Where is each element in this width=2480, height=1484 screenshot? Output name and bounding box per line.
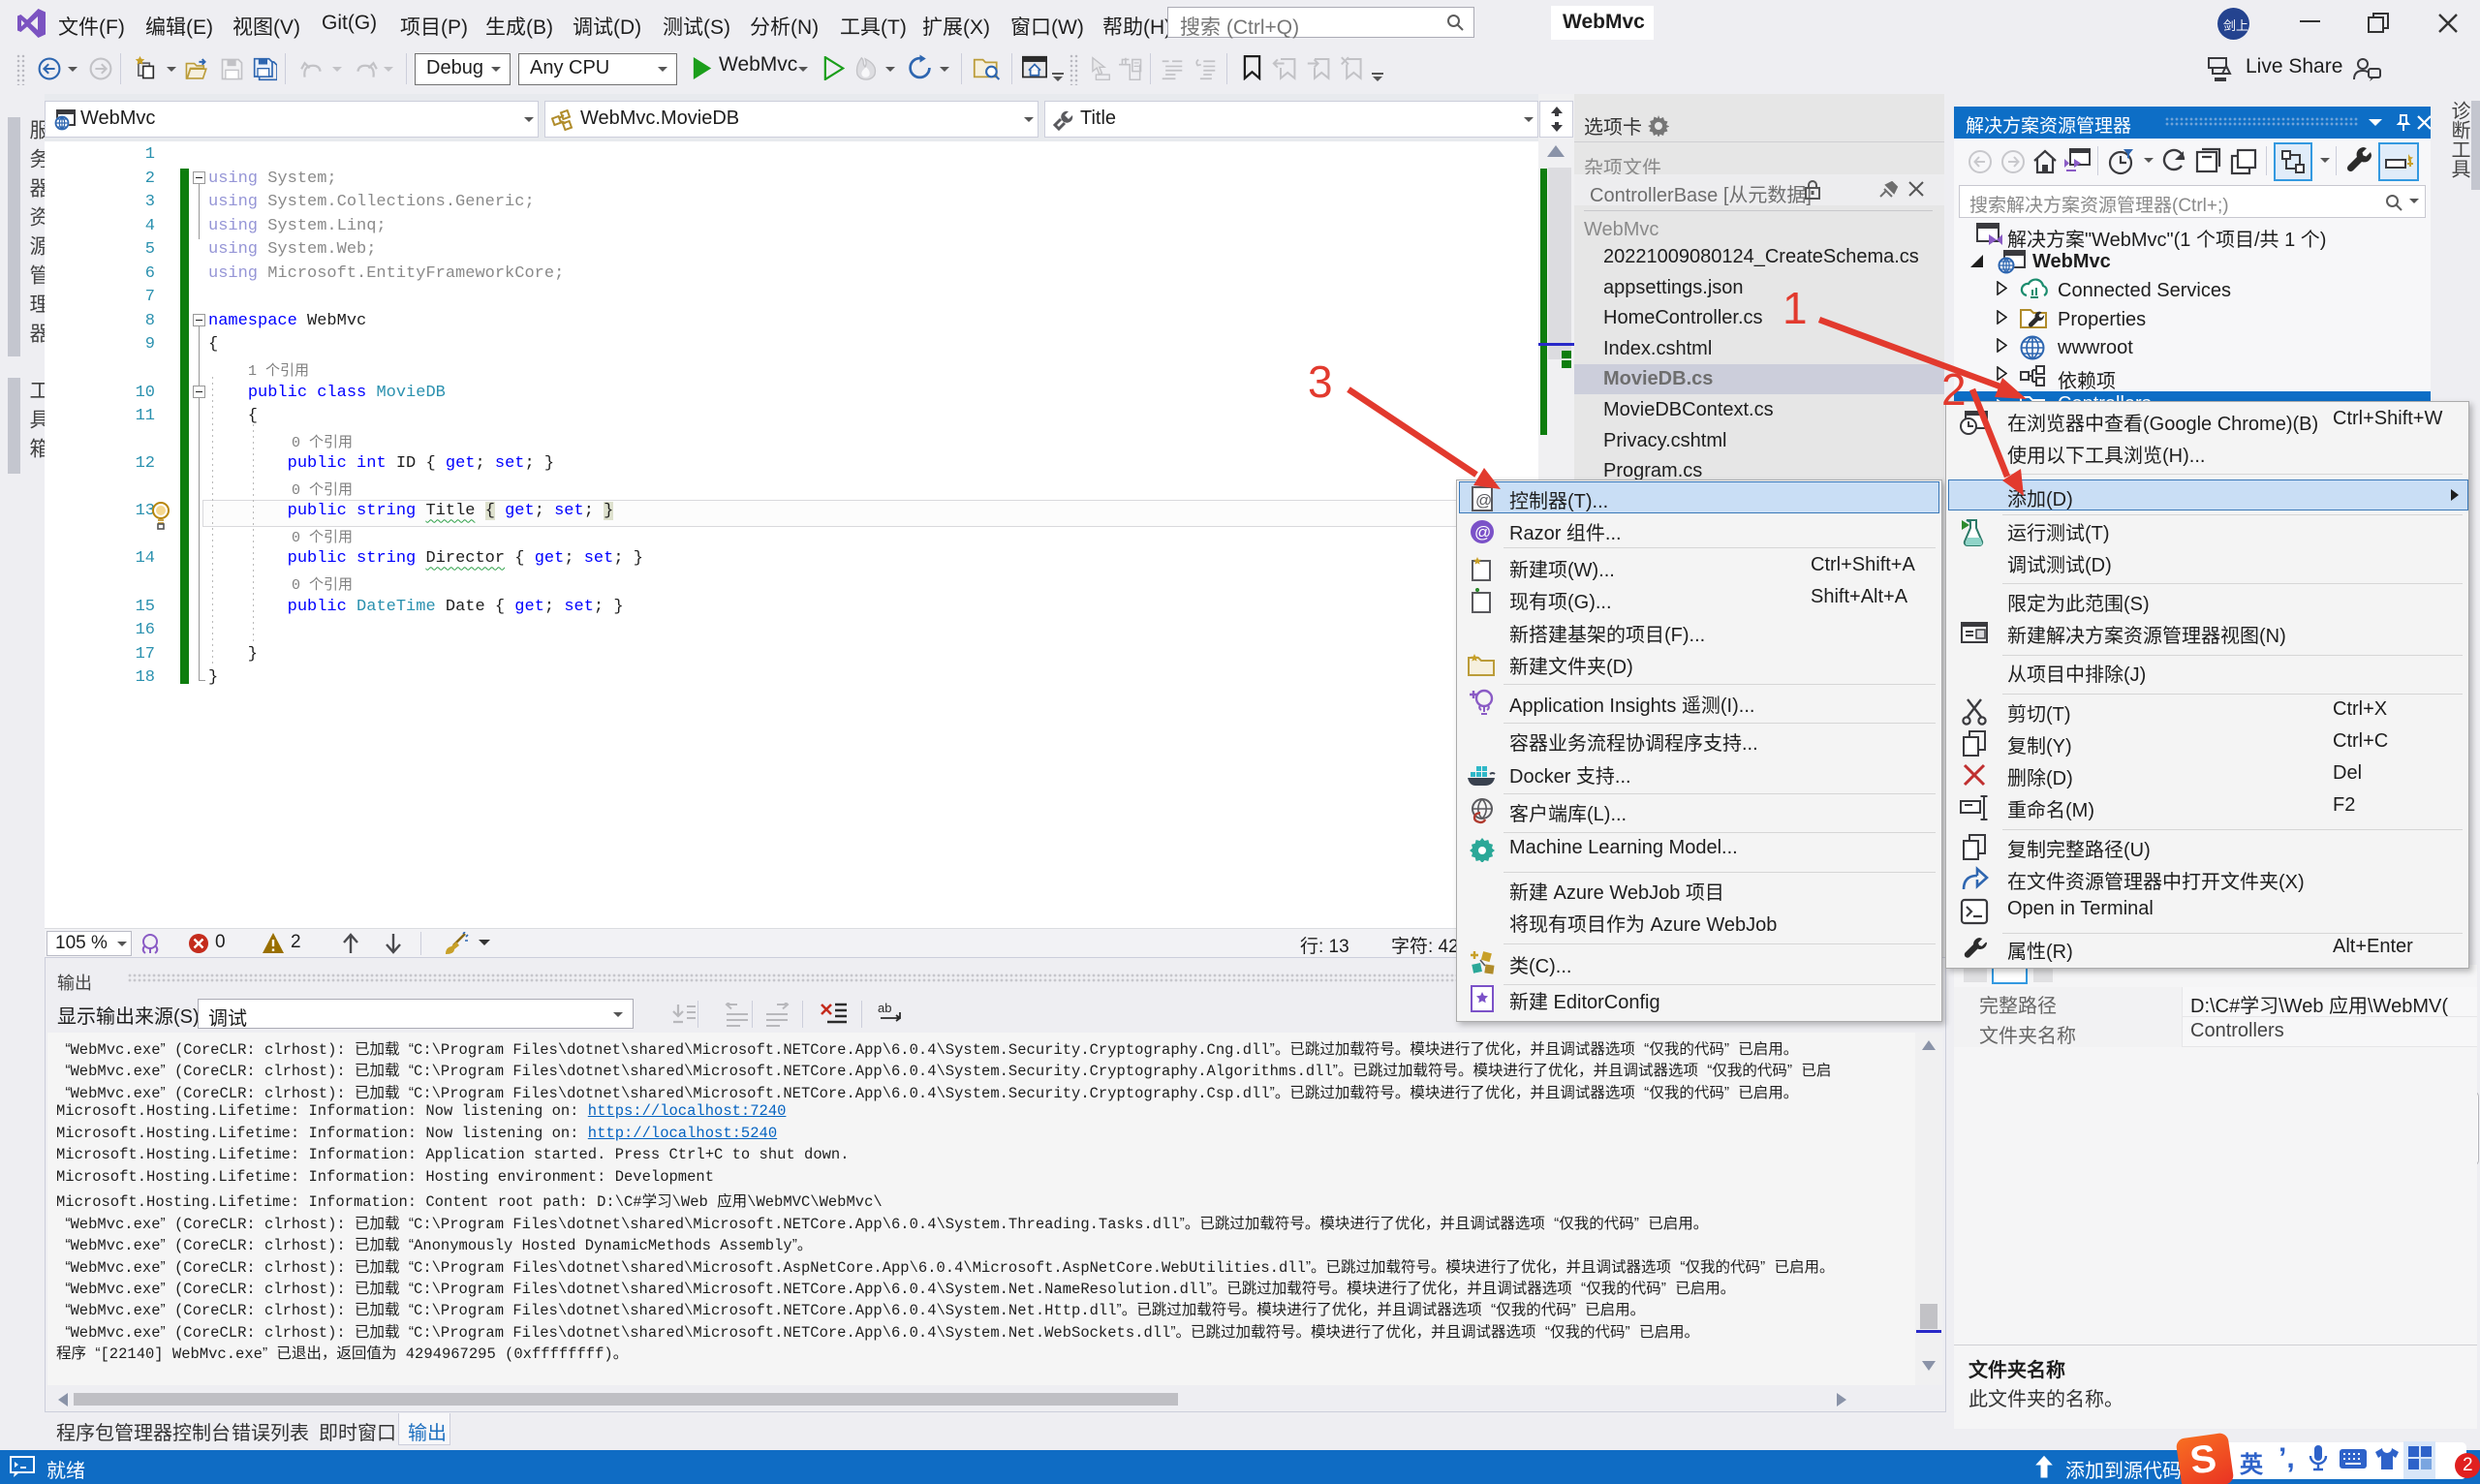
svg-text:@: @: [1474, 523, 1491, 541]
svg-text:@: @: [1475, 491, 1492, 510]
svg-text:ab: ab: [878, 1001, 891, 1015]
